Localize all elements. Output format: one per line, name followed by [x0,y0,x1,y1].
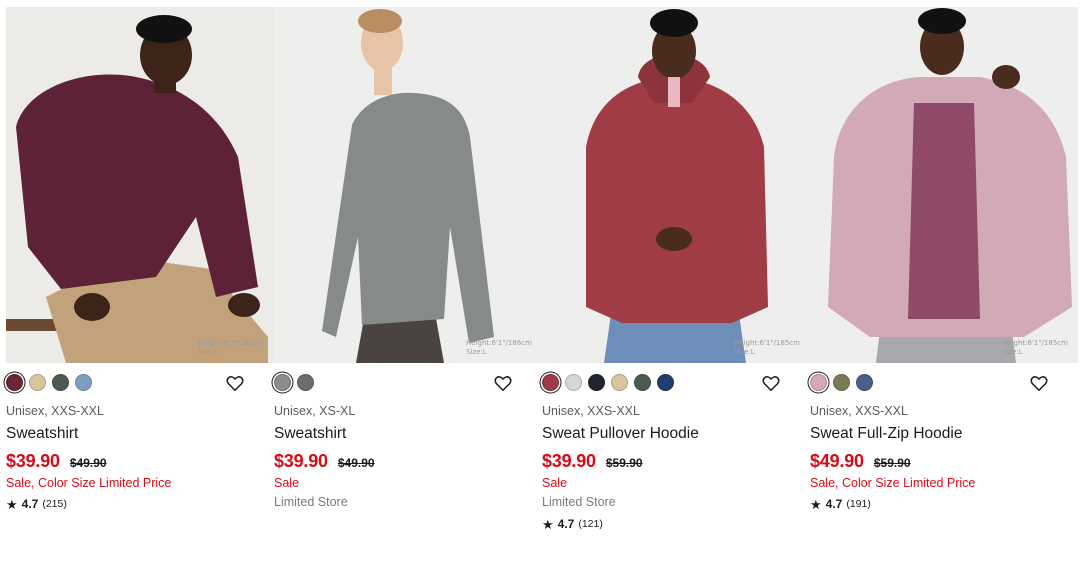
original-price: $49.90 [69,456,107,470]
rating: ★ 4.7 (191) [810,497,871,511]
product-image[interactable]: Height:6'1"/186cm Size:L [274,7,542,363]
product-photo-illustration [274,7,542,363]
favorite-button[interactable] [762,375,780,392]
product-card[interactable]: Height:6'1"/185cm Size:L Unisex, XXS-XXL… [6,7,274,567]
original-price: $59.90 [873,456,911,470]
product-card[interactable]: Height:6'1"/186cm Size:L Unisex, XS-XL S… [274,7,542,567]
heart-outline-icon [762,376,780,391]
heart-outline-icon [226,376,244,391]
color-swatch[interactable] [833,374,850,391]
product-image[interactable]: Height:6'1"/185cm Size:L [542,7,810,363]
promo-flag: Sale [274,476,300,490]
original-price: $59.90 [605,456,643,470]
review-count: (121) [578,518,603,530]
gender-size-range: Unisex, XS-XL [274,404,356,418]
heart-outline-icon [1030,376,1048,391]
product-name[interactable]: Sweat Pullover Hoodie [542,425,699,443]
favorite-button[interactable] [226,375,244,392]
product-photo-illustration [542,7,810,363]
color-swatch[interactable] [611,374,628,391]
product-card[interactable]: Height:6'1"/185cm Size:L Unisex, XXS-XXL… [810,7,1078,567]
color-swatch[interactable] [542,374,559,391]
color-swatches [6,374,92,393]
product-name[interactable]: Sweat Full-Zip Hoodie [810,425,962,443]
favorite-button[interactable] [1030,375,1048,392]
sale-price: $39.90 [6,451,60,471]
color-swatch[interactable] [297,374,314,391]
color-swatch[interactable] [6,374,23,391]
color-swatch[interactable] [75,374,92,391]
price-row: $49.90 $59.90 [810,451,911,473]
color-swatches [274,374,314,393]
model-size-caption: Height:6'1"/186cm Size:L [466,339,532,356]
availability-flag: Limited Store [542,495,616,509]
rating-score: 4.7 [21,497,39,511]
rating: ★ 4.7 (121) [542,517,603,531]
sale-price: $39.90 [274,451,328,471]
promo-flag: Sale [542,476,568,490]
star-icon: ★ [810,496,822,512]
product-image[interactable]: Height:6'1"/185cm Size:L [810,7,1078,363]
model-size-caption: Height:6'1"/185cm Size:L [734,339,800,356]
rating-score: 4.7 [557,517,575,531]
price-row: $39.90 $49.90 [6,451,107,473]
star-icon: ★ [6,496,18,512]
color-swatch[interactable] [52,374,69,391]
price-row: $39.90 $49.90 [274,451,375,473]
promo-flag: Sale, Color Size Limited Price [810,476,976,490]
product-image[interactable]: Height:6'1"/185cm Size:L [6,7,274,363]
review-count: (191) [846,498,871,510]
sale-price: $39.90 [542,451,596,471]
color-swatch[interactable] [657,374,674,391]
promo-flag: Sale, Color Size Limited Price [6,476,172,490]
rating: ★ 4.7 (215) [6,497,67,511]
star-icon: ★ [542,516,554,532]
product-name[interactable]: Sweatshirt [6,425,78,443]
heart-outline-icon [494,376,512,391]
product-photo-illustration [810,7,1078,363]
product-grid: Height:6'1"/185cm Size:L Unisex, XXS-XXL… [6,7,1078,567]
color-swatch[interactable] [856,374,873,391]
color-swatches [810,374,873,393]
gender-size-range: Unisex, XXS-XXL [6,404,104,418]
color-swatch[interactable] [588,374,605,391]
product-photo-illustration [6,7,274,363]
color-swatch[interactable] [634,374,651,391]
favorite-button[interactable] [494,375,512,392]
color-swatch[interactable] [274,374,291,391]
price-row: $39.90 $59.90 [542,451,643,473]
color-swatch[interactable] [565,374,582,391]
color-swatch[interactable] [29,374,46,391]
product-card[interactable]: Height:6'1"/185cm Size:L Unisex, XXS-XXL… [542,7,810,567]
color-swatches [542,374,674,393]
model-size-caption: Height:6'1"/185cm Size:L [198,339,264,356]
rating-score: 4.7 [825,497,843,511]
availability-flag: Limited Store [274,495,348,509]
gender-size-range: Unisex, XXS-XXL [542,404,640,418]
model-size-caption: Height:6'1"/185cm Size:L [1002,339,1068,356]
product-name[interactable]: Sweatshirt [274,425,346,443]
gender-size-range: Unisex, XXS-XXL [810,404,908,418]
sale-price: $49.90 [810,451,864,471]
original-price: $49.90 [337,456,375,470]
color-swatch[interactable] [810,374,827,391]
review-count: (215) [42,498,67,510]
